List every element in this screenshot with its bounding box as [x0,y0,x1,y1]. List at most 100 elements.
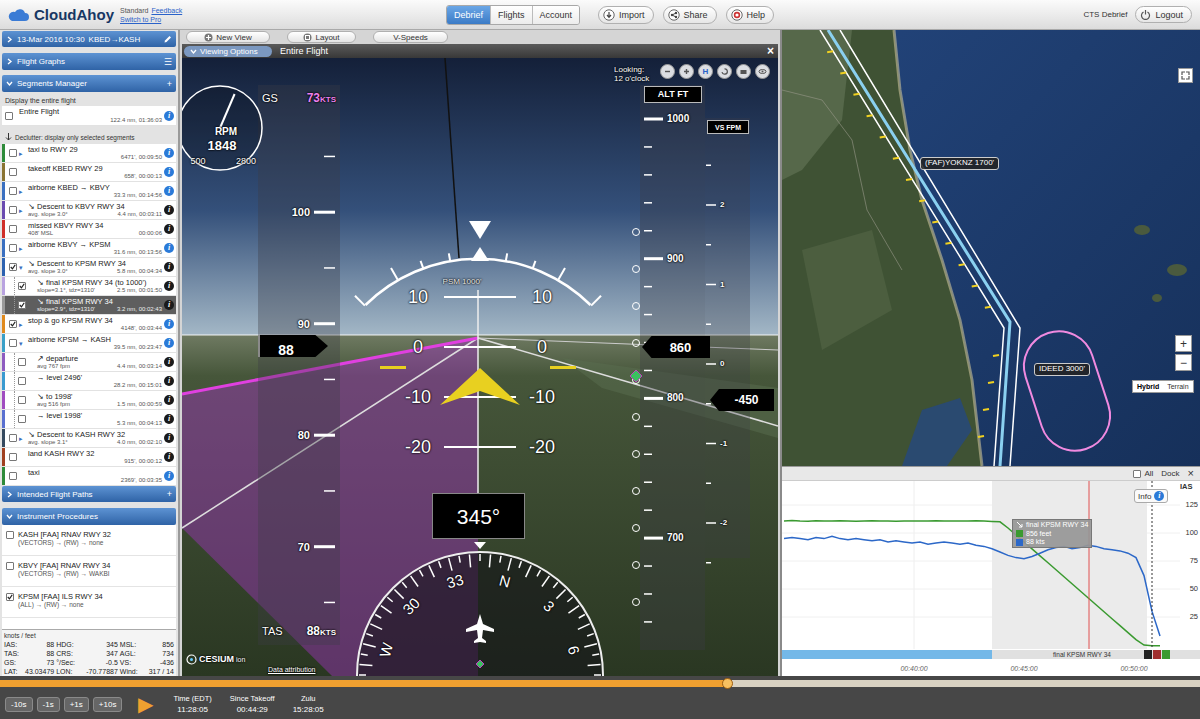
checkbox[interactable] [9,244,17,252]
info-label[interactable]: Info [1138,492,1151,501]
checkbox[interactable] [9,187,17,195]
dock-button[interactable]: Dock [1161,469,1179,478]
camera-button[interactable] [679,64,694,79]
logout-button[interactable]: Logout [1135,6,1192,23]
procedure-row[interactable]: KASH [FAA] RNAV RWY 32(VECTORS) → (RW) →… [2,525,176,556]
checkbox[interactable] [9,206,17,214]
map-type[interactable]: Hybrid [1133,381,1163,392]
checkbox[interactable] [9,320,17,328]
checkbox[interactable] [18,377,26,385]
checkbox[interactable] [9,339,17,347]
info-icon[interactable]: i [164,357,174,367]
logout-label[interactable]: Logout [1155,10,1183,20]
toggle-glyph[interactable]: ▾ [19,264,23,271]
checkbox[interactable] [1133,470,1141,478]
expand-toggle[interactable]: ▸ [19,245,26,252]
expand-toggle[interactable]: ▾ [19,264,26,271]
segment-row[interactable]: ▸airborne KBVY → KPSM31.6 nm, 00:13:56i [2,239,176,258]
segment-row[interactable]: ↗ departureavg 767 fpm4.4 nm, 00:03:14i [2,353,176,372]
waypoint-label[interactable]: IDEED 3000' [1034,363,1090,376]
toolbar-label[interactable]: New View [216,33,251,42]
info-icon[interactable]: i [164,338,174,348]
close-button[interactable]: × [1188,468,1194,479]
segment-row[interactable]: → level 2496'28.2 nm, 00:15:01i [2,372,176,391]
checkbox[interactable] [5,112,13,120]
expand-toggle[interactable]: ▸ [19,435,26,442]
flight-header[interactable]: 13-Mar 2016 10:30KBED→KASH [2,31,176,47]
step-button[interactable]: -1s [37,697,60,712]
info-icon[interactable]: i [164,281,174,291]
toggle-glyph[interactable]: ▸ [19,321,23,328]
toggle-glyph[interactable]: ▸ [19,207,23,214]
segment-row[interactable]: ▾airborne KPSM → KASH39.5 nm, 00:23:47i [2,334,176,353]
info-icon[interactable]: i [164,262,174,272]
segment-row[interactable]: ▸↘ Descent to KBVY RWY 34avg. slope 3.0°… [2,201,176,220]
toggle-glyph[interactable]: ▾ [19,340,23,347]
segment-row[interactable]: ▸taxi to RWY 296471', 00:09:50i [2,144,176,163]
info-icon[interactable]: i [164,111,174,121]
tab[interactable]: Debrief [447,6,490,24]
info-icon[interactable]: i [164,205,174,215]
toggle-glyph[interactable]: ▸ [19,150,23,157]
toolbar-label[interactable]: Layout [315,33,339,42]
segment-row[interactable]: ↘ to 1998'avg 516 fpm1.5 nm, 00:00:59i [2,391,176,410]
checkbox[interactable] [9,168,17,176]
toolbar-label[interactable]: V-Speeds [393,33,428,42]
checkbox[interactable] [9,225,17,233]
flight-view[interactable]: RPM18485002800GS73KTSTAS88KTS10090807088… [182,58,778,676]
checkbox[interactable] [18,301,26,309]
segment-row[interactable]: ▸↘ Descent to KASH RWY 32avg. slope 3.1°… [2,429,176,448]
feedback-link[interactable]: Feedback [151,6,182,15]
segments-manager-header[interactable]: Segments Manager+ [2,75,176,92]
fullscreen-button[interactable] [1178,68,1193,83]
checkbox[interactable] [18,282,26,290]
upgrade-link[interactable]: Switch to Pro [120,15,161,24]
toggle-glyph[interactable]: ▸ [19,435,23,442]
add-glyph[interactable]: + [167,79,172,89]
zoom-out-button[interactable]: − [1175,354,1192,371]
flight-graphs-header[interactable]: Flight Graphs☰ [2,53,176,70]
info-icon[interactable]: i [164,148,174,158]
checkbox[interactable] [6,593,14,601]
camera-button[interactable] [736,64,751,79]
all-label[interactable]: All [1144,469,1153,478]
map[interactable]: (FAF)YOKNZ 1700'IDEED 3000'+−HybridTerra… [782,30,1200,466]
checkbox[interactable] [9,472,17,480]
timeline-track[interactable] [0,680,1200,687]
segment-row[interactable]: ↘ final KPSM RWY 34 (to 1000')slope=3.1°… [2,277,176,296]
expand-toggle[interactable]: ▸ [19,188,26,195]
camera-button[interactable]: H [698,64,713,79]
segment-row[interactable]: ▾↘ Descent to KPSM RWY 34avg. slope 3.0°… [2,258,176,277]
data-attribution-link[interactable]: Data attribution [268,666,315,673]
checkbox[interactable] [9,434,17,442]
camera-button[interactable] [755,64,770,79]
info-icon[interactable]: i [164,167,174,177]
info-button[interactable]: Infoi [1134,489,1168,503]
intended-paths-header[interactable]: Intended Flight Paths+ [2,486,176,502]
info-icon[interactable]: i [164,300,174,310]
segment-row[interactable]: → level 1998'5.3 nm, 00:04:13i [2,410,176,429]
checkbox[interactable] [9,263,17,271]
graph-chart[interactable]: final KPSM RWY 3400:40:0000:45:0000:50:0… [782,481,1200,676]
procedure-row[interactable]: KBVY [FAA] RNAV RWY 34(VECTORS) → (RW) →… [2,556,176,587]
tab[interactable]: Account [532,6,580,24]
action-label[interactable]: Help [747,10,766,20]
checkbox[interactable] [9,453,17,461]
add-glyph[interactable]: + [167,489,172,499]
help-button[interactable]: Help [726,6,775,24]
info-icon[interactable]: i [164,319,174,329]
segment-row[interactable]: ↘ final KPSM RWY 34slope=2.9°, tdz=1310'… [2,296,176,315]
toggle-glyph[interactable]: ▸ [19,188,23,195]
menu-glyph[interactable]: ☰ [164,57,172,67]
camera-button[interactable] [717,64,732,79]
step-button[interactable]: +1s [64,697,89,712]
segment-row[interactable]: missed KBVY RWY 34408' MSL00:00:06i [2,220,176,239]
checkbox[interactable] [18,358,26,366]
checkbox[interactable] [18,415,26,423]
map-type[interactable]: Terrain [1163,381,1192,392]
viewing-options-button[interactable]: Viewing Options [184,46,272,57]
segment-row[interactable]: takeoff KBED RWY 29658', 00:00:13i [2,163,176,182]
timeline-knob[interactable] [722,678,733,689]
info-icon[interactable]: i [164,452,174,462]
info-icon[interactable]: i [1154,491,1164,501]
